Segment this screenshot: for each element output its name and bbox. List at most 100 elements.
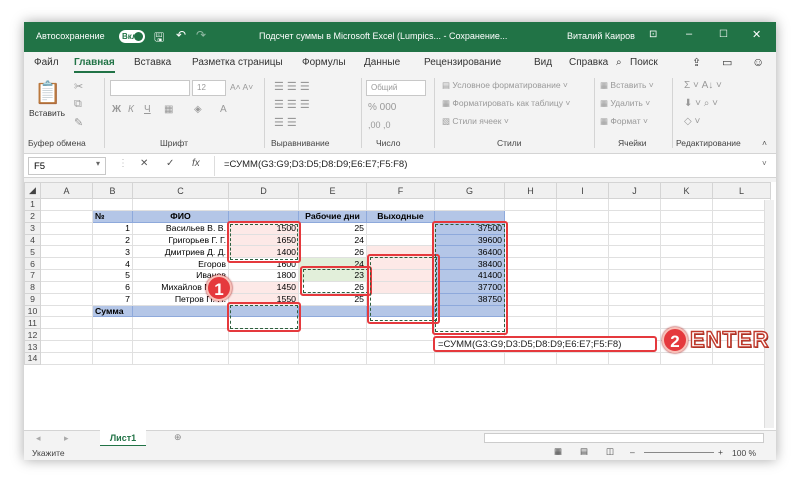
decimal-icon[interactable]: ,00 ,0 bbox=[368, 120, 391, 130]
cell-weekends[interactable] bbox=[366, 233, 435, 247]
tab-search[interactable]: Поиск bbox=[630, 57, 658, 68]
collapse-ribbon-icon[interactable]: ˄ bbox=[762, 138, 767, 148]
select-all-corner[interactable]: ◢ bbox=[24, 182, 41, 199]
percent-icon[interactable]: % 000 bbox=[368, 102, 396, 113]
cancel-icon[interactable]: ✕ bbox=[140, 158, 148, 169]
share-icon[interactable]: ⇪ bbox=[692, 56, 701, 69]
enter-icon[interactable]: ✓ bbox=[166, 158, 174, 169]
cell-styles-button[interactable]: ▧ Стили ячеек ˅ bbox=[442, 116, 509, 127]
row-header[interactable]: 3 bbox=[24, 221, 41, 235]
cell-no[interactable]: 1 bbox=[92, 221, 133, 235]
cell-name[interactable]: Григорьев Г. Г. bbox=[132, 233, 229, 247]
fill-color-icon[interactable]: ◈ bbox=[194, 104, 202, 115]
row-header[interactable]: 9 bbox=[24, 292, 41, 306]
column-header[interactable]: G bbox=[434, 182, 505, 199]
paste-icon[interactable]: 📋 bbox=[34, 80, 61, 106]
header-workdays[interactable]: Рабочие дни bbox=[298, 209, 367, 223]
tab-formulas[interactable]: Формулы bbox=[302, 57, 346, 68]
bold-icon[interactable]: Ж bbox=[112, 104, 121, 115]
cell-rate[interactable]: 1450 bbox=[228, 280, 299, 294]
tab-page-layout[interactable]: Разметка страницы bbox=[192, 57, 283, 68]
header-weekends[interactable]: Выходные bbox=[366, 209, 435, 223]
column-header[interactable]: K bbox=[660, 182, 713, 199]
formula-edit-cell[interactable]: =СУММ(G3:G9;D3:D5;D8:D9;E6:E7;F5:F8) bbox=[433, 336, 657, 352]
tab-help[interactable]: Справка bbox=[569, 57, 608, 68]
expand-formula-icon[interactable]: ˅ bbox=[762, 159, 767, 168]
cut-icon[interactable]: ✂ bbox=[74, 80, 83, 93]
undo-icon[interactable]: ↶ bbox=[176, 28, 186, 42]
align-left-icon[interactable]: ☰ ☰ ☰ bbox=[274, 98, 310, 111]
cell-no[interactable]: 7 bbox=[92, 292, 133, 306]
zoom-in-icon[interactable]: + bbox=[718, 447, 723, 457]
page-break-icon[interactable]: ◫ bbox=[606, 446, 614, 457]
search-icon[interactable]: ⌕ bbox=[616, 57, 622, 68]
column-header[interactable]: E bbox=[298, 182, 367, 199]
borders-icon[interactable]: ▦ bbox=[164, 104, 173, 115]
font-name-field[interactable] bbox=[110, 80, 190, 96]
row-header[interactable]: 11 bbox=[24, 316, 41, 330]
add-sheet-icon[interactable]: ⊕ bbox=[174, 432, 182, 443]
row-header[interactable]: 10 bbox=[24, 304, 41, 318]
sheet-tab-list1[interactable]: Лист1 bbox=[100, 430, 146, 447]
align-top-icon[interactable]: ☰ ☰ ☰ bbox=[274, 80, 310, 93]
cell-no[interactable]: 4 bbox=[92, 257, 133, 271]
sum-label[interactable]: Сумма bbox=[92, 304, 133, 318]
column-header[interactable]: D bbox=[228, 182, 299, 199]
font-size-field[interactable]: 12 bbox=[192, 80, 226, 96]
close-icon[interactable]: ✕ bbox=[752, 28, 761, 41]
column-header[interactable]: A bbox=[40, 182, 93, 199]
row-header[interactable]: 13 bbox=[24, 340, 41, 353]
autosum-icon[interactable]: Σ ˅ A↓ ˅ bbox=[684, 80, 722, 91]
formula-input[interactable]: =СУММ(G3:G9;D3:D5;D8:D9;E6:E7;F5:F8) bbox=[224, 159, 407, 170]
conditional-format-button[interactable]: ▤ Условное форматирование ˅ bbox=[442, 80, 568, 91]
column-header[interactable]: H bbox=[504, 182, 557, 199]
cell-name[interactable]: Васильев В. В. bbox=[132, 221, 229, 235]
row-header[interactable]: 12 bbox=[24, 328, 41, 342]
column-header[interactable]: I bbox=[556, 182, 609, 199]
column-header[interactable]: F bbox=[366, 182, 435, 199]
redo-icon[interactable]: ↷ bbox=[196, 28, 206, 42]
row-header[interactable]: 1 bbox=[24, 198, 41, 211]
column-header[interactable]: L bbox=[712, 182, 771, 199]
cell-workdays[interactable]: 25 bbox=[298, 221, 367, 235]
cell-workdays[interactable]: 24 bbox=[298, 233, 367, 247]
cell-rate[interactable]: 1800 bbox=[228, 269, 299, 282]
cell-no[interactable]: 2 bbox=[92, 233, 133, 247]
column-header[interactable]: J bbox=[608, 182, 661, 199]
comments-icon[interactable]: ▭ bbox=[722, 56, 732, 69]
header-no[interactable]: № bbox=[92, 209, 133, 223]
save-icon[interactable]: 🖫 bbox=[154, 28, 164, 49]
normal-view-icon[interactable]: ▦ bbox=[554, 446, 562, 457]
vertical-scrollbar[interactable] bbox=[764, 200, 774, 428]
column-header[interactable]: C bbox=[132, 182, 229, 199]
delete-cells-button[interactable]: ▦ Удалить ˅ bbox=[600, 98, 650, 109]
clear-icon[interactable]: ◇ ˅ bbox=[684, 116, 700, 127]
name-box[interactable]: F5 bbox=[28, 157, 106, 175]
horizontal-scrollbar[interactable] bbox=[484, 433, 764, 443]
name-box-dropdown-icon[interactable]: ▾ bbox=[96, 159, 100, 168]
row-header[interactable]: 5 bbox=[24, 245, 41, 259]
find-icon[interactable]: ⬇ ˅ ⌕ ˅ bbox=[684, 98, 718, 109]
insert-function-icon[interactable]: fx bbox=[192, 158, 200, 169]
ribbon-display-icon[interactable]: ⊡ bbox=[649, 29, 657, 40]
grow-font-icon[interactable]: A˄ A˅ bbox=[230, 82, 253, 92]
cell-no[interactable]: 5 bbox=[92, 269, 133, 282]
cell-workdays[interactable]: 26 bbox=[298, 245, 367, 259]
format-as-table-button[interactable]: ▦ Форматировать как таблицу ˅ bbox=[442, 98, 570, 109]
tab-data[interactable]: Данные bbox=[364, 57, 400, 68]
tab-view[interactable]: Вид bbox=[534, 57, 552, 68]
row-header[interactable]: 4 bbox=[24, 233, 41, 247]
autosave-toggle[interactable]: Вкл bbox=[119, 30, 145, 43]
indent-icon[interactable]: ☰ ☰ bbox=[274, 116, 297, 129]
cell-weekends[interactable] bbox=[366, 221, 435, 235]
header-name[interactable]: ФИО bbox=[132, 209, 229, 223]
row-header[interactable]: 8 bbox=[24, 280, 41, 294]
insert-cells-button[interactable]: ▦ Вставить ˅ bbox=[600, 80, 654, 91]
row-header[interactable]: 7 bbox=[24, 269, 41, 282]
row-header[interactable]: 14 bbox=[24, 351, 41, 365]
minimize-icon[interactable]: – bbox=[686, 28, 692, 40]
tab-insert[interactable]: Вставка bbox=[134, 57, 171, 68]
tab-file[interactable]: Файл bbox=[34, 57, 59, 68]
column-header[interactable]: B bbox=[92, 182, 133, 199]
underline-icon[interactable]: Ч bbox=[144, 104, 151, 115]
